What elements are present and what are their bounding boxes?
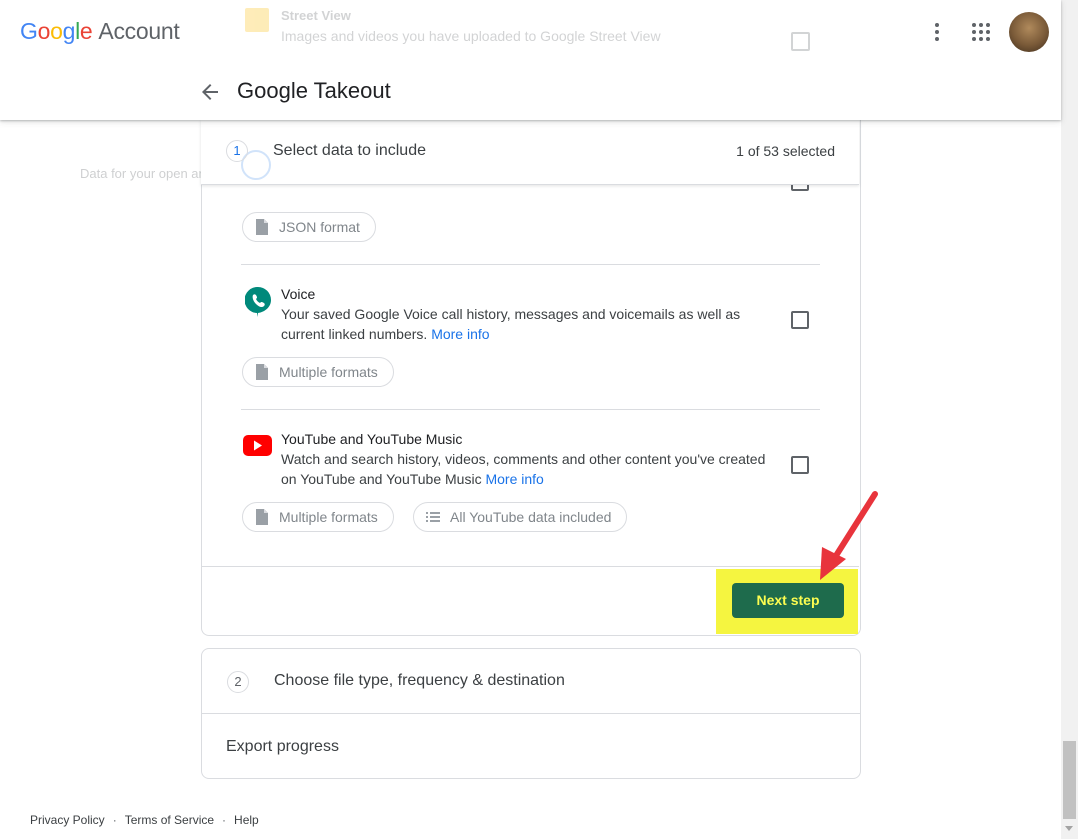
annotation-arrow xyxy=(820,491,878,580)
